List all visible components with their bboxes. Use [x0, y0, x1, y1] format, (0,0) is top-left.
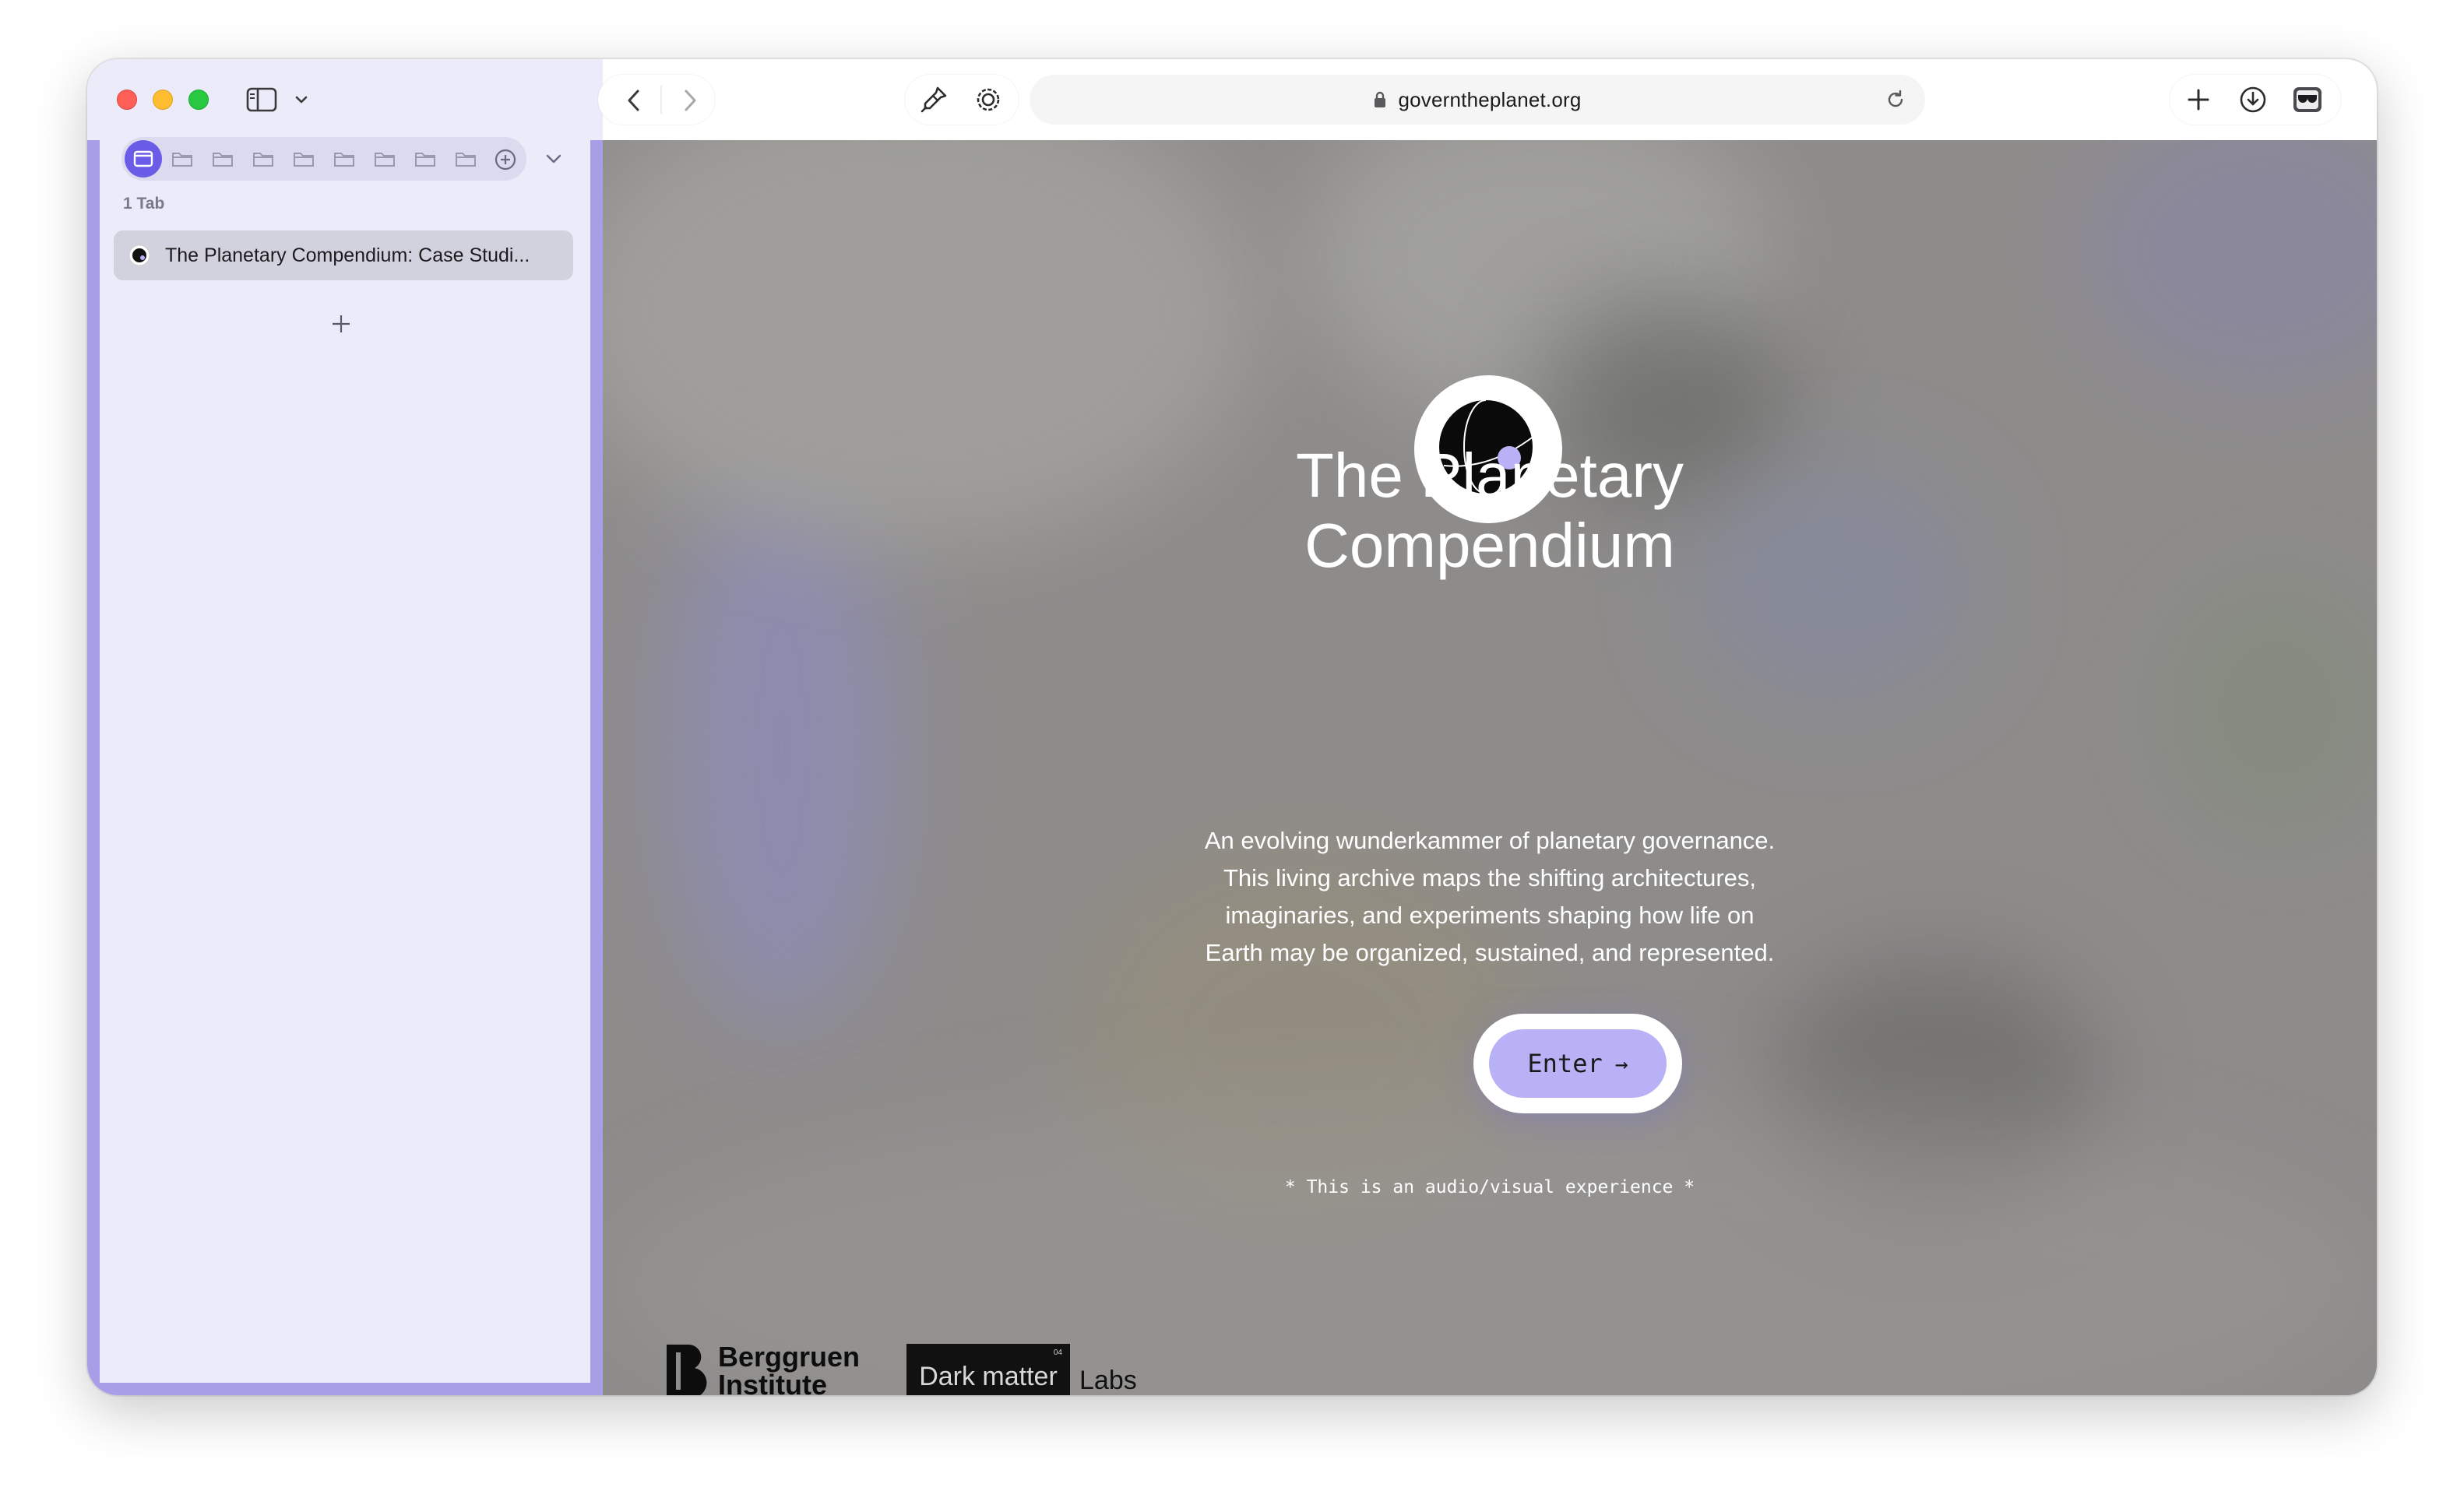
sidebar-divider: [590, 140, 603, 1395]
berggruen-b-icon: [667, 1344, 707, 1395]
close-window-button[interactable]: [117, 90, 137, 110]
background-blur: [2160, 576, 2377, 841]
address-bar[interactable]: governtheplanet.org: [1030, 75, 1925, 125]
background-blur: [603, 1090, 2377, 1395]
web-content: The Planetary Compendium An evolving wun…: [603, 140, 2377, 1395]
arrow-right-icon: →: [1614, 1050, 1628, 1077]
title-line: The Planetary: [1295, 441, 1684, 510]
browser-window: governtheplanet.org 1 Tab The Planetary …: [87, 59, 2377, 1395]
url-text: governtheplanet.org: [1398, 87, 1582, 111]
dark-matter-labs-suffix: Labs: [1079, 1365, 1137, 1395]
globe-favicon-icon: [128, 244, 151, 267]
berggruen-suffix: Institute: [718, 1369, 827, 1396]
new-tab-icon[interactable]: [2176, 79, 2221, 120]
berggruen-logo[interactable]: Berggruen Institute: [665, 1342, 860, 1395]
current-tab-group-icon[interactable]: [125, 140, 162, 178]
folder-icon[interactable]: [332, 148, 357, 170]
dark-matter-superscript: 04: [1053, 1348, 1062, 1357]
dropper-extension-icon[interactable]: [910, 79, 958, 120]
title-line: Compendium: [1304, 511, 1675, 580]
sidebar-bottom-edge: [87, 1383, 603, 1395]
settings-extension-icon[interactable]: [964, 79, 1012, 120]
folder-icon[interactable]: [170, 148, 195, 170]
description-line: Earth may be organized, sustained, and r…: [1205, 939, 1775, 966]
forward-button[interactable]: [668, 81, 712, 120]
chevron-down-icon[interactable]: [542, 148, 565, 170]
zoom-window-button[interactable]: [188, 90, 209, 110]
download-icon[interactable]: [2230, 79, 2276, 120]
back-button[interactable]: [612, 81, 656, 120]
tab-item[interactable]: The Planetary Compendium: Case Studi...: [114, 230, 573, 280]
minimize-window-button[interactable]: [153, 90, 173, 110]
dark-matter-labs-logo[interactable]: 04 Dark matter Labs: [906, 1344, 1137, 1395]
dark-matter-name: Dark matter: [919, 1362, 1058, 1391]
chevron-down-icon[interactable]: [293, 90, 310, 109]
add-tab-icon[interactable]: [326, 308, 357, 339]
background-blur: [2082, 140, 2377, 389]
profile-icon[interactable]: [2285, 79, 2330, 120]
folder-icon[interactable]: [372, 148, 397, 170]
folder-icon[interactable]: [413, 148, 438, 170]
nav-divider: [660, 86, 662, 114]
enter-button[interactable]: Enter →: [1489, 1029, 1667, 1098]
berggruen-name: Berggruen: [718, 1341, 861, 1373]
page-title: The Planetary Compendium: [603, 441, 2377, 581]
folder-icon[interactable]: [210, 148, 235, 170]
tab-count-label: 1 Tab: [123, 195, 165, 213]
add-tab-group-icon[interactable]: [492, 146, 519, 173]
description-line: imaginaries, and experiments shaping how…: [1225, 902, 1755, 929]
audio-visual-note: * This is an audio/visual experience *: [1284, 1177, 1695, 1197]
description-line: This living archive maps the shifting ar…: [1223, 864, 1756, 891]
folder-icon[interactable]: [291, 148, 316, 170]
lock-icon: [1373, 90, 1387, 109]
folder-icon[interactable]: [453, 148, 478, 170]
enter-label: Enter: [1527, 1049, 1603, 1078]
tab-title: The Planetary Compendium: Case Studi...: [165, 244, 530, 266]
folder-icon[interactable]: [251, 148, 276, 170]
sidebar-edge: [87, 140, 100, 1395]
description-line: An evolving wunderkammer of planetary go…: [1204, 827, 1776, 854]
reload-icon[interactable]: [1881, 86, 1910, 114]
page-description: An evolving wunderkammer of planetary go…: [603, 822, 2377, 972]
sidebar-toggle-icon[interactable]: [245, 86, 279, 114]
